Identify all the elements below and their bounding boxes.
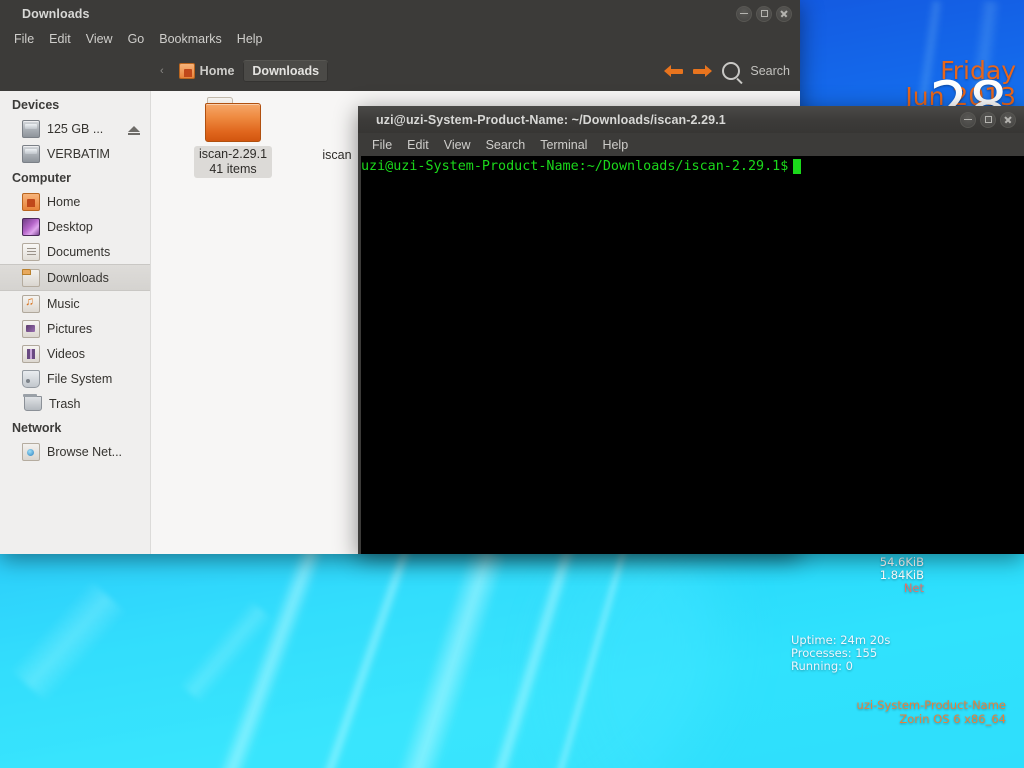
terminal-title: uzi@uzi-System-Product-Name: ~/Downloads… <box>376 112 726 127</box>
drive-icon <box>22 119 40 138</box>
sidebar-heading-network: Network <box>12 421 62 435</box>
sidebar-item-videos[interactable]: Videos <box>0 341 150 366</box>
menu-view[interactable]: View <box>438 136 477 154</box>
eject-icon[interactable] <box>128 125 140 135</box>
folder-icon <box>205 97 261 142</box>
search-icon[interactable] <box>722 62 741 80</box>
sidebar-item-documents[interactable]: Documents <box>0 239 150 264</box>
breadcrumb-separator: ‹ <box>160 65 164 77</box>
menu-bookmarks[interactable]: Bookmarks <box>153 30 228 48</box>
sidebar-item-label: Downloads <box>47 270 109 285</box>
desktop-screen: Friday Jun 2013 28 54.6KiB 1.84KiB Net U… <box>0 0 1024 768</box>
downloads-icon <box>22 268 40 287</box>
sidebar-heading-devices: Devices <box>12 98 60 112</box>
menu-search[interactable]: Search <box>480 136 532 154</box>
desktop-icon <box>22 217 40 236</box>
sidebar-item-file-system[interactable]: File System <box>0 366 150 391</box>
minimize-button[interactable] <box>736 5 752 22</box>
documents-icon <box>22 242 40 261</box>
back-arrow-icon[interactable] <box>664 64 684 78</box>
terminal-titlebar[interactable]: uzi@uzi-System-Product-Name: ~/Downloads… <box>358 106 1024 133</box>
menu-terminal[interactable]: Terminal <box>534 136 593 154</box>
terminal-prompt-text: uzi@uzi-System-Product-Name:~/Downloads/… <box>361 159 789 174</box>
menu-edit[interactable]: Edit <box>43 30 77 48</box>
terminal-window[interactable]: uzi@uzi-System-Product-Name: ~/Downloads… <box>358 106 1024 554</box>
music-icon <box>22 294 40 313</box>
menu-view[interactable]: View <box>80 30 119 48</box>
terminal-window-controls <box>960 106 1016 133</box>
sidebar-item-music[interactable]: Music <box>0 291 150 316</box>
minimize-button[interactable] <box>960 111 976 128</box>
terminal-cursor <box>793 159 802 174</box>
file-manager-window-controls <box>736 0 792 27</box>
sidebar-item-label: Trash <box>49 396 81 411</box>
sidebar-item-browse-network[interactable]: Browse Net... <box>0 439 150 464</box>
file-manager-menubar[interactable]: File Edit View Go Bookmarks Help <box>0 27 800 51</box>
pictures-icon <box>22 319 40 338</box>
file-item-iscan-folder[interactable]: iscan-2.29.1 41 items <box>187 97 279 178</box>
sidebar-heading-computer: Computer <box>12 171 72 185</box>
sidebar-item-label: Desktop <box>47 219 93 234</box>
trash-icon <box>23 394 42 411</box>
file-item-label: iscan-2.29.1 41 items <box>193 146 273 178</box>
toolbar-right-group: Search <box>664 51 790 91</box>
file-item-label: iscan <box>322 148 352 162</box>
breadcrumb-downloads-label: Downloads <box>252 64 320 78</box>
sidebar-item-label: Videos <box>47 346 85 361</box>
sidebar-item-desktop[interactable]: Desktop <box>0 214 150 239</box>
network-icon <box>22 442 40 461</box>
close-button[interactable] <box>776 5 792 22</box>
file-manager-sidebar[interactable]: Devices 125 GB ... VERBATIM Computer Hom… <box>0 91 151 554</box>
videos-icon <box>22 344 40 363</box>
sidebar-item-label: Music <box>47 296 80 311</box>
sidebar-item-label: VERBATIM <box>47 146 110 161</box>
breadcrumb-home-label: Home <box>199 64 235 78</box>
home-icon <box>22 192 40 211</box>
sidebar-item-pictures[interactable]: Pictures <box>0 316 150 341</box>
filesystem-icon <box>22 369 40 388</box>
sidebar-item-label: Documents <box>47 244 111 259</box>
file-manager-titlebar[interactable]: Downloads <box>0 0 800 27</box>
forward-arrow-icon[interactable] <box>693 64 713 78</box>
menu-edit[interactable]: Edit <box>401 136 435 154</box>
search-label[interactable]: Search <box>750 64 790 78</box>
maximize-button[interactable] <box>756 5 772 22</box>
close-button[interactable] <box>1000 111 1016 128</box>
terminal-menubar[interactable]: File Edit View Search Terminal Help <box>358 133 1024 156</box>
breadcrumb-home[interactable]: Home <box>170 59 244 83</box>
maximize-button[interactable] <box>980 111 996 128</box>
sidebar-item-label: 125 GB ... <box>47 121 104 136</box>
sidebar-item-125gb[interactable]: 125 GB ... <box>0 116 150 141</box>
sidebar-item-label: File System <box>47 371 113 386</box>
terminal-prompt-line: uzi@uzi-System-Product-Name:~/Downloads/… <box>361 158 1024 175</box>
terminal-screen[interactable]: uzi@uzi-System-Product-Name:~/Downloads/… <box>361 156 1024 554</box>
menu-help[interactable]: Help <box>231 30 269 48</box>
sidebar-item-label: Pictures <box>47 321 93 336</box>
sidebar-item-label: Home <box>47 194 81 209</box>
file-manager-toolbar[interactable]: ‹ Home Downloads Search <box>0 51 800 91</box>
home-icon <box>178 63 195 79</box>
sidebar-item-downloads[interactable]: Downloads <box>0 264 150 291</box>
sidebar-item-verbatim[interactable]: VERBATIM <box>0 141 150 166</box>
sidebar-item-label: Browse Net... <box>47 444 123 459</box>
sidebar-item-trash[interactable]: Trash <box>0 391 150 416</box>
drive-icon <box>22 144 40 163</box>
menu-help[interactable]: Help <box>596 136 634 154</box>
file-manager-title: Downloads <box>22 6 90 21</box>
menu-file[interactable]: File <box>8 30 40 48</box>
menu-file[interactable]: File <box>366 136 398 154</box>
breadcrumb-downloads[interactable]: Downloads <box>243 60 329 82</box>
menu-go[interactable]: Go <box>122 30 151 48</box>
sidebar-item-home[interactable]: Home <box>0 189 150 214</box>
